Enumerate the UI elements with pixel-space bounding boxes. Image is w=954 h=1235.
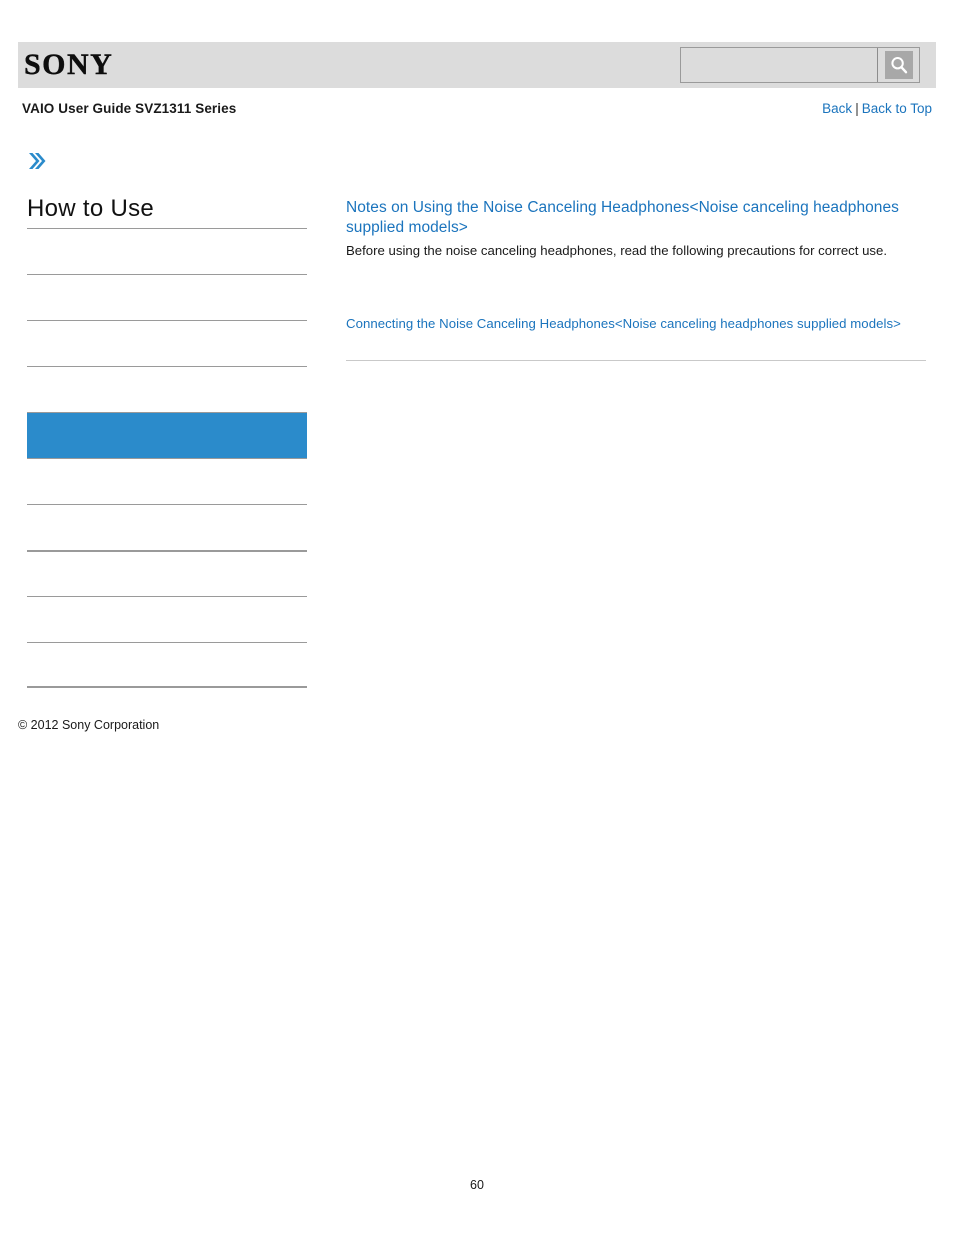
page-title: VAIO User Guide SVZ1311 Series — [22, 101, 237, 116]
back-to-top-link[interactable]: Back to Top — [862, 101, 932, 116]
sidebar-item-0[interactable] — [27, 228, 307, 274]
site-header: SONY — [18, 42, 936, 88]
sidebar-nav-list — [27, 228, 307, 689]
header-nav: Back | Back to Top — [822, 101, 932, 116]
sony-logo: SONY — [24, 48, 114, 81]
search-area — [680, 47, 920, 83]
sidebar-item-2[interactable] — [27, 320, 307, 366]
sidebar-item-5[interactable] — [27, 458, 307, 504]
sidebar-item-1[interactable] — [27, 274, 307, 320]
back-link[interactable]: Back — [822, 101, 852, 116]
search-input[interactable] — [681, 48, 877, 82]
content-divider — [346, 360, 926, 361]
sidebar-heading: How to Use — [27, 195, 155, 222]
sidebar-item-3[interactable] — [27, 366, 307, 412]
content-link-connecting-noise-canceling-headphones[interactable]: Connecting the Noise Canceling Headphone… — [346, 314, 926, 333]
page-number: 60 — [470, 1178, 484, 1192]
content-link-notes-noise-canceling-headphones[interactable]: Notes on Using the Noise Canceling Headp… — [346, 198, 926, 238]
main-content: Notes on Using the Noise Canceling Headp… — [346, 198, 926, 369]
sidebar-item-6[interactable] — [27, 504, 307, 550]
search-button[interactable] — [877, 48, 919, 82]
content-entry-1: Notes on Using the Noise Canceling Headp… — [346, 198, 926, 260]
content-entry-2: Connecting the Noise Canceling Headphone… — [346, 314, 926, 361]
sidebar: How to Use © 2012 Sony Corporation — [0, 150, 330, 732]
nav-separator: | — [855, 101, 859, 116]
search-icon — [884, 51, 913, 79]
sidebar-item-4[interactable] — [27, 412, 307, 459]
sidebar-item-9[interactable] — [27, 642, 307, 689]
double-chevron-right-icon[interactable] — [25, 150, 330, 174]
sidebar-item-7[interactable] — [27, 550, 307, 596]
copyright-notice: © 2012 Sony Corporation — [18, 718, 160, 733]
content-description-1: Before using the noise canceling headpho… — [346, 243, 888, 258]
sidebar-item-8[interactable] — [27, 596, 307, 642]
